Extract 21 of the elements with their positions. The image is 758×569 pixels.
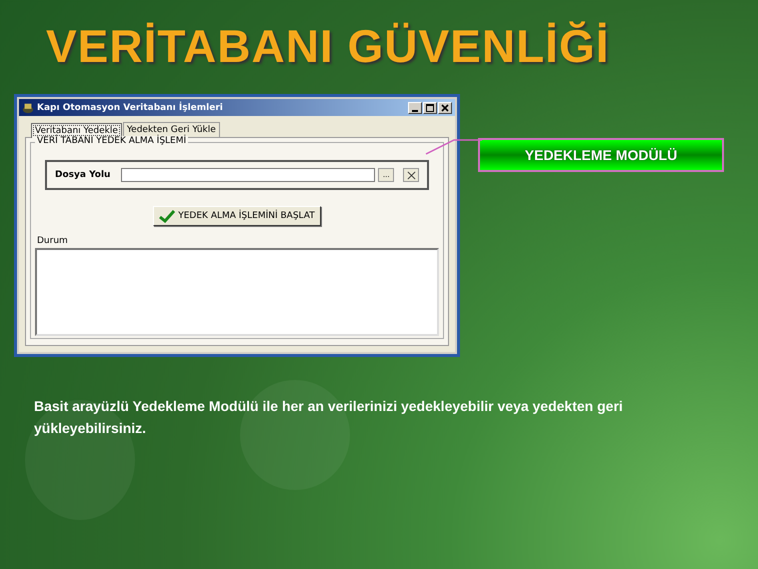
caption-text: Basit arayüzlü Yedekleme Modülü ile her an verilerinizi yedekleyebilir veya yedekten geri yükleyebilirsiniz. [34,397,624,438]
file-path-label: Dosya Yolu [55,170,110,180]
file-path-field[interactable] [121,168,376,182]
status-label: Durum [37,236,69,246]
minimize-button[interactable] [408,102,422,114]
callout-label: YEDEKLEME MODÜLÜ [478,138,724,172]
slide-title: VERİTABANI GÜVENLİĞİ [46,19,611,74]
app-icon [22,102,34,114]
clear-button[interactable] [403,168,419,182]
maximize-icon [425,102,435,112]
group-title: VERİ TABANI YEDEK ALMA İŞLEMİ [35,136,188,146]
maximize-button[interactable] [423,102,437,114]
minimize-icon [412,110,418,112]
close-button[interactable] [438,102,452,114]
clear-icon [406,170,416,180]
window-title: Kapı Otomasyon Veritabanı İşlemleri [37,102,224,112]
status-field[interactable] [35,248,439,336]
close-icon [440,102,450,112]
checkmark-icon [159,209,176,223]
browse-button[interactable]: ... [378,168,394,182]
start-backup-button[interactable]: YEDEK ALMA İŞLEMİNİ BAŞLAT [153,206,321,226]
